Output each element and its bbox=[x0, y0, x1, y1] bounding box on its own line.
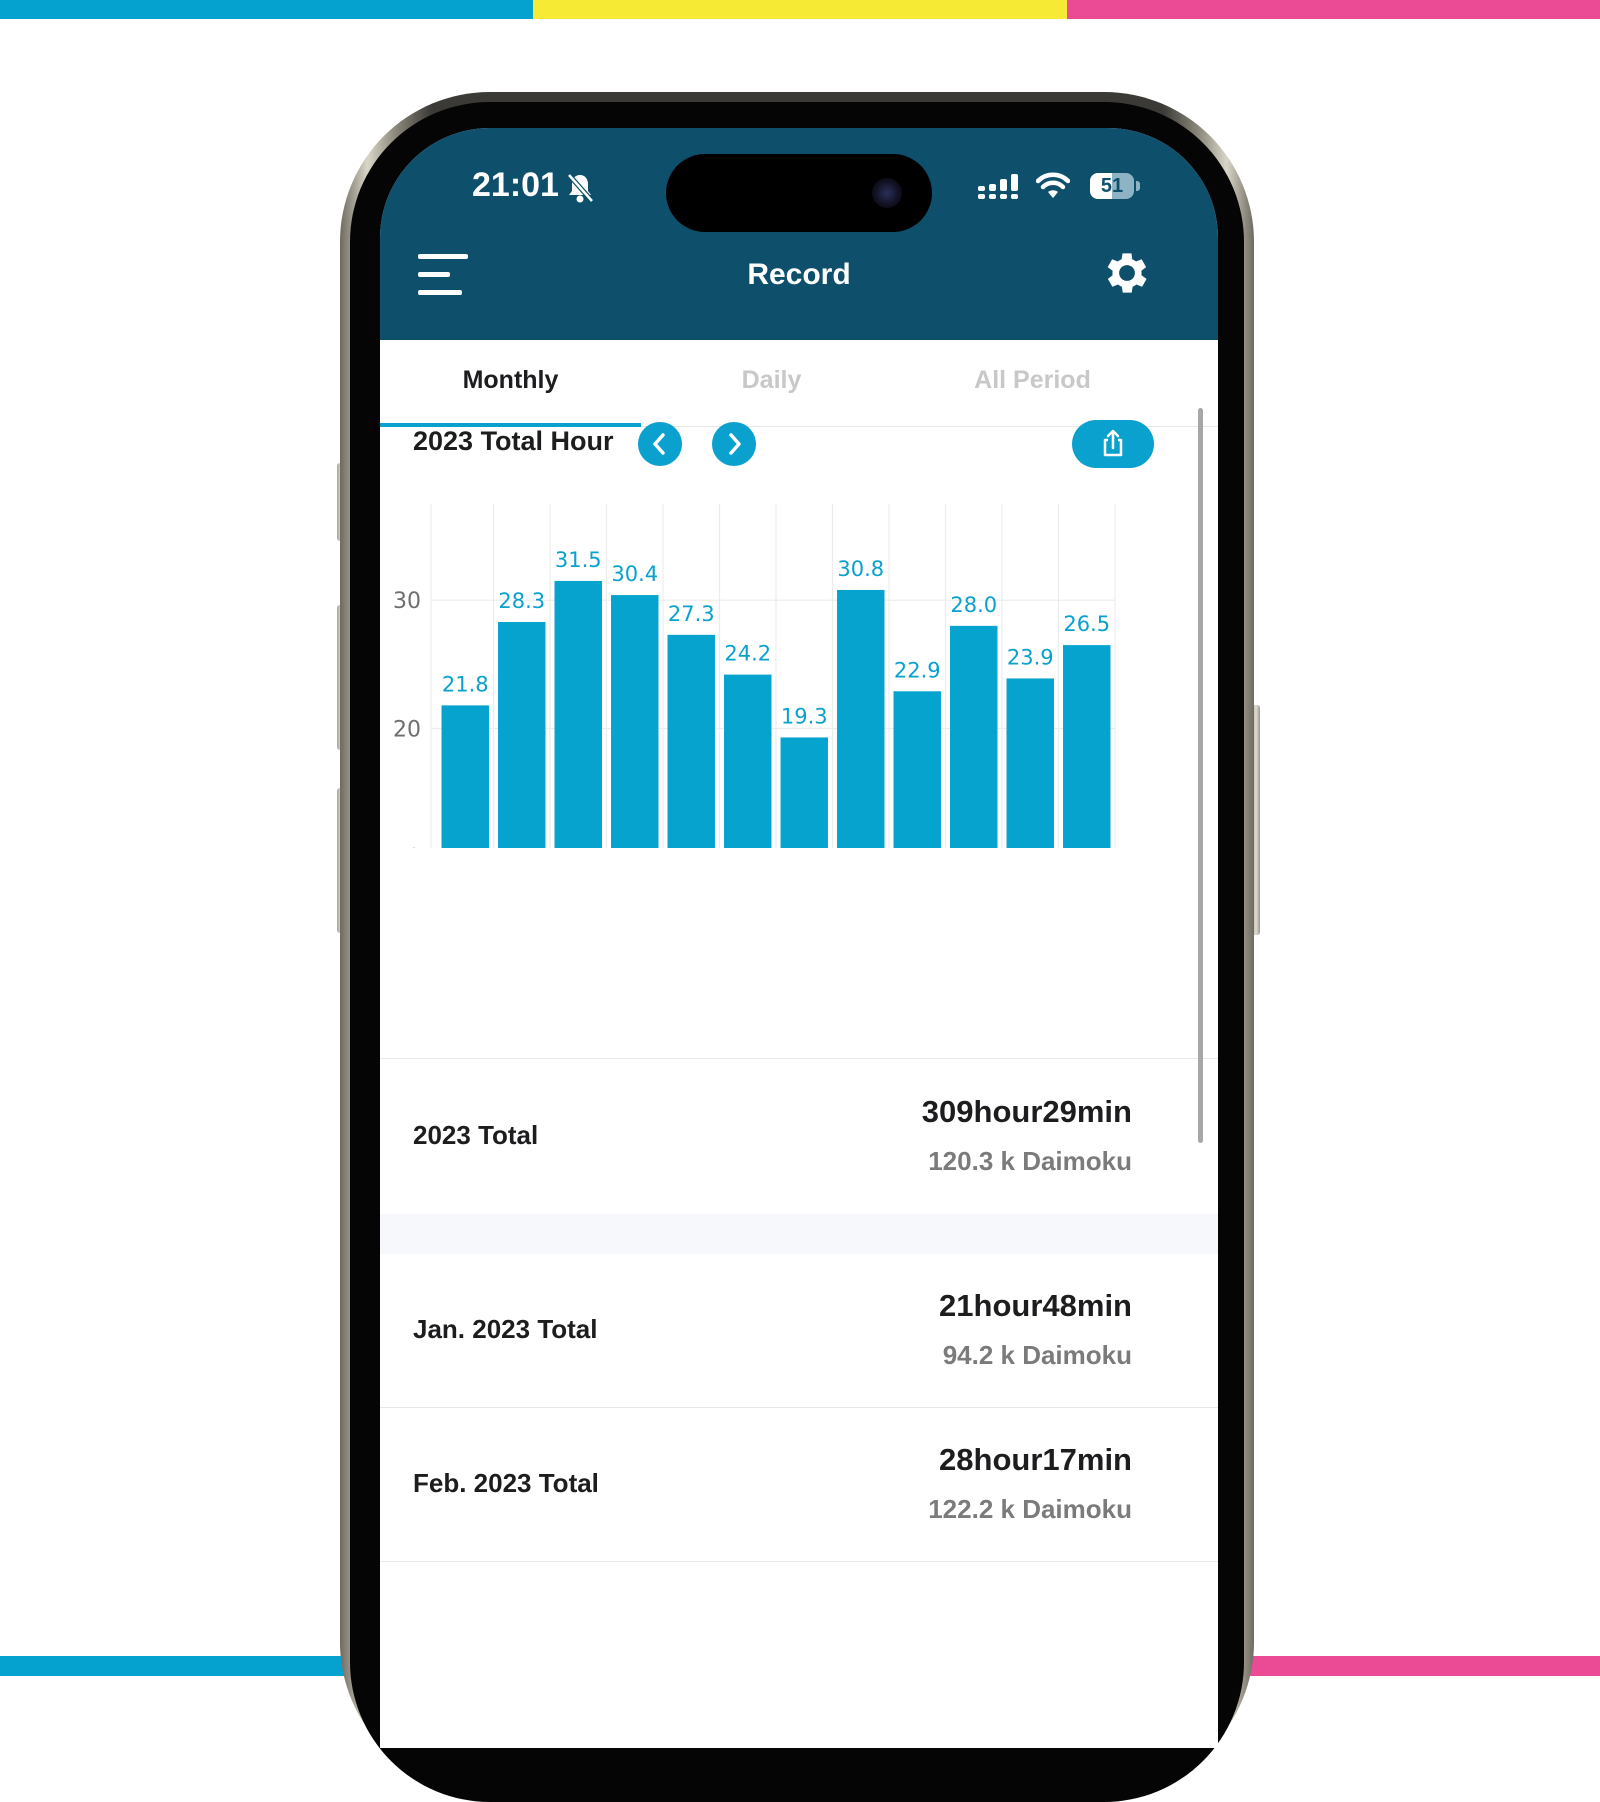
bell-slash-icon bbox=[567, 173, 594, 203]
gear-icon[interactable] bbox=[1100, 246, 1154, 300]
wifi-icon bbox=[1036, 172, 1070, 198]
chevron-right-icon bbox=[729, 433, 741, 455]
chevron-left-icon bbox=[653, 433, 665, 455]
previous-year-button[interactable] bbox=[638, 422, 682, 466]
bar-mar bbox=[554, 580, 602, 848]
battery-indicator: 51 bbox=[1090, 173, 1134, 199]
battery-level: 51 bbox=[1100, 175, 1124, 197]
data-label: 28.0 bbox=[950, 593, 997, 617]
data-label: 30.4 bbox=[611, 562, 658, 586]
dynamic-island bbox=[666, 154, 932, 232]
data-label: 23.9 bbox=[1007, 645, 1054, 669]
next-year-button[interactable] bbox=[712, 422, 756, 466]
month-total-label: Feb. 2023 Total bbox=[413, 1468, 599, 1498]
month-total-time: 21hour48min bbox=[939, 1288, 1132, 1323]
bar-apr bbox=[611, 595, 659, 848]
top-stripe-pink bbox=[1067, 0, 1600, 19]
bar-feb bbox=[498, 622, 546, 848]
tab-daily[interactable]: Daily bbox=[641, 340, 902, 426]
app-screen: 21:01 51 Record Monthly Daily All Period… bbox=[380, 128, 1218, 1748]
month-total-daimoku: 94.2 k Daimoku bbox=[942, 1340, 1132, 1370]
month-total-label: Jan. 2023 Total bbox=[413, 1314, 598, 1344]
month-total-daimoku: 122.2 k Daimoku bbox=[928, 1494, 1132, 1524]
top-stripe-yellow bbox=[533, 0, 1067, 19]
battery-tip bbox=[1136, 181, 1140, 191]
page-title: Record bbox=[747, 258, 851, 291]
bar-oct bbox=[950, 625, 998, 848]
row-divider bbox=[380, 1561, 1218, 1562]
data-label: 30.8 bbox=[837, 557, 884, 581]
data-label: 28.3 bbox=[498, 589, 545, 613]
data-label: 26.5 bbox=[1063, 612, 1110, 636]
data-label: 27.3 bbox=[668, 602, 715, 626]
data-label: 22.9 bbox=[894, 658, 941, 682]
front-camera bbox=[872, 178, 902, 208]
data-label: 24.2 bbox=[724, 642, 771, 666]
cellular-signal-icon bbox=[978, 174, 1018, 199]
section-gap bbox=[380, 1214, 1218, 1254]
data-label: 19.3 bbox=[781, 704, 828, 728]
monthly-bar-chart: 010203021.8Jan28.3Feb31.5Mar30.4Apr27.3M… bbox=[393, 504, 1116, 848]
scrollbar[interactable] bbox=[1198, 408, 1203, 1143]
top-stripe-blue bbox=[0, 0, 533, 19]
month-total-time: 28hour17min bbox=[939, 1442, 1132, 1477]
tab-monthly[interactable]: Monthly bbox=[380, 340, 641, 426]
y-tick-label: 20 bbox=[393, 717, 421, 742]
bottom-stripe-pink bbox=[1250, 1656, 1600, 1676]
share-icon bbox=[1103, 429, 1123, 457]
data-label: 21.8 bbox=[442, 672, 489, 696]
app-header: 21:01 51 Record bbox=[380, 128, 1218, 340]
row-divider bbox=[380, 1407, 1218, 1408]
bottom-stripe-blue bbox=[0, 1656, 345, 1676]
chart-title: 2023 Total Hour bbox=[413, 426, 614, 456]
bar-nov bbox=[1006, 678, 1054, 848]
bar-jan bbox=[441, 705, 489, 848]
bar-dec bbox=[1063, 645, 1111, 848]
year-total-label: 2023 Total bbox=[413, 1120, 539, 1150]
y-tick-label: 10 bbox=[393, 846, 421, 848]
share-button[interactable] bbox=[1072, 420, 1154, 468]
bar-aug bbox=[837, 589, 885, 848]
chart-divider bbox=[380, 1058, 1218, 1059]
data-label: 31.5 bbox=[555, 548, 602, 572]
bar-sep bbox=[893, 691, 941, 848]
bar-may bbox=[667, 634, 715, 848]
status-time: 21:01 bbox=[472, 166, 559, 204]
year-total-time: 309hour29min bbox=[921, 1094, 1132, 1129]
period-tabs: Monthly Daily All Period bbox=[380, 340, 1218, 427]
bar-jun bbox=[724, 674, 772, 848]
bar-jul bbox=[780, 737, 828, 848]
year-total-daimoku: 120.3 k Daimoku bbox=[928, 1146, 1132, 1176]
y-tick-label: 30 bbox=[393, 589, 421, 614]
tab-all-period[interactable]: All Period bbox=[902, 340, 1163, 426]
